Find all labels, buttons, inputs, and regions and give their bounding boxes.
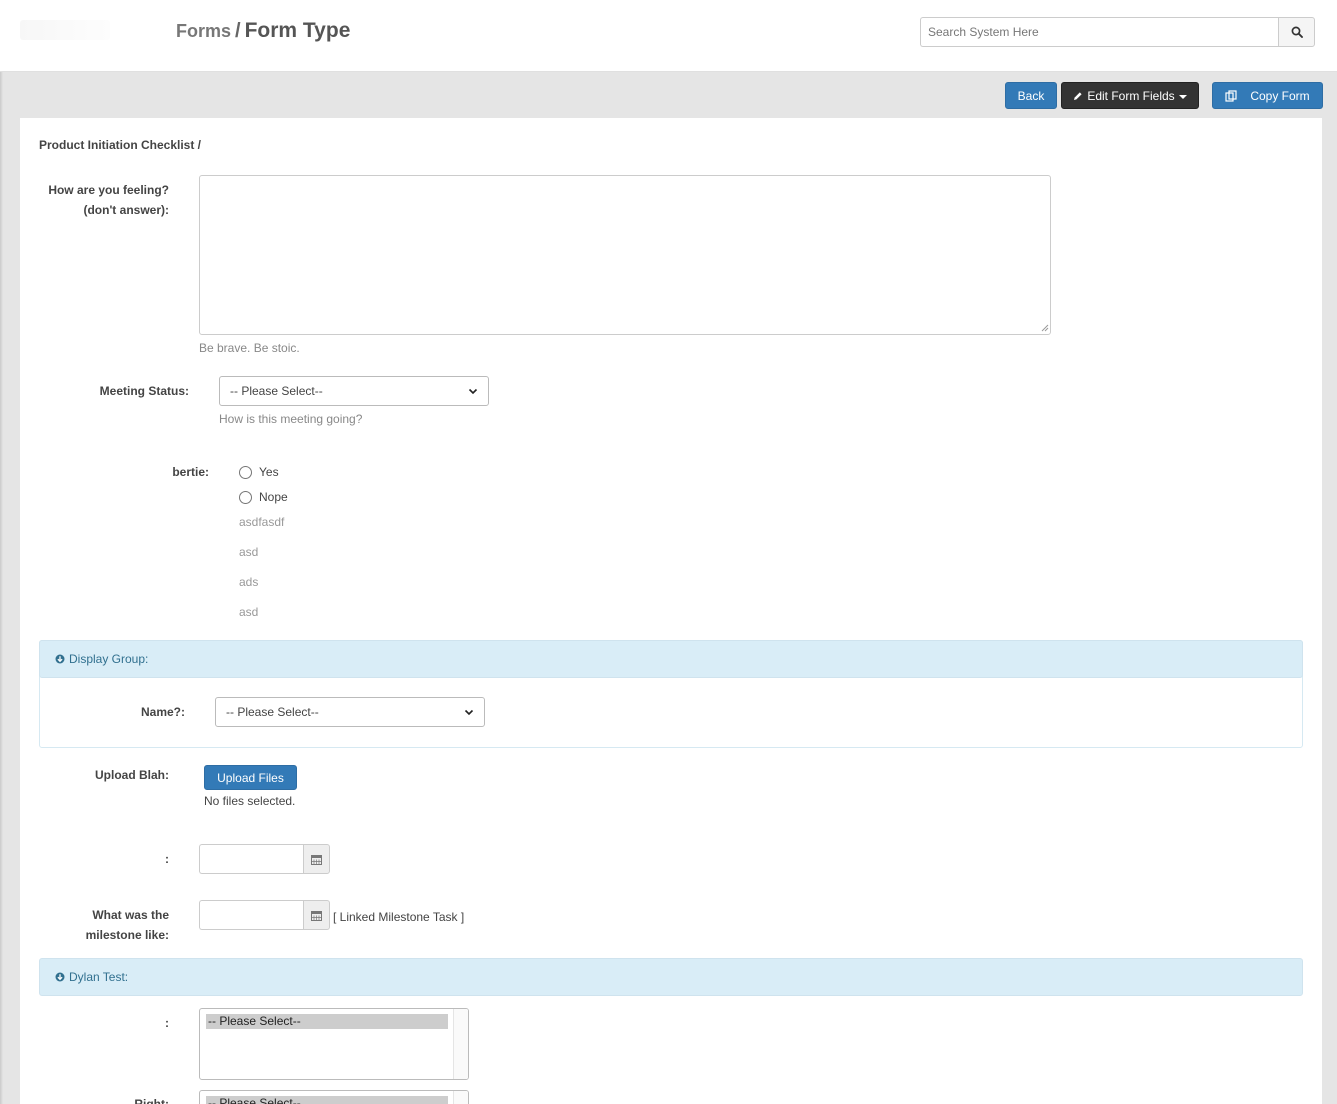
milestone-date-field bbox=[199, 900, 330, 930]
left-edge-shadow bbox=[0, 0, 3, 1104]
bertie-extra-option: asd bbox=[239, 545, 259, 559]
copy-form-button[interactable]: Copy Form bbox=[1212, 82, 1323, 109]
dylan-test-title: Dylan Test: bbox=[69, 970, 129, 984]
search-button[interactable] bbox=[1278, 17, 1315, 47]
listbox-option[interactable]: -- Please Select-- bbox=[206, 1014, 448, 1029]
caret-down-icon bbox=[1178, 94, 1187, 99]
name-select[interactable]: -- Please Select-- bbox=[215, 697, 485, 727]
name-label: Name?: bbox=[140, 705, 185, 719]
chevron-down-icon bbox=[468, 388, 478, 395]
resize-handle-icon[interactable] bbox=[1040, 323, 1049, 332]
upload-status: No files selected. bbox=[204, 794, 296, 808]
top-header: Forms / Form Type bbox=[0, 0, 1337, 72]
bertie-extra-option: asd bbox=[239, 605, 259, 619]
breadcrumb-forms-link[interactable]: Forms bbox=[176, 21, 231, 41]
feeling-help: Be brave. Be stoic. bbox=[199, 341, 300, 355]
bertie-label: bertie: bbox=[172, 465, 209, 479]
feeling-label-line1: How are you feeling? bbox=[48, 183, 169, 197]
date-field bbox=[199, 844, 330, 874]
right-select-label: Right: bbox=[134, 1097, 169, 1104]
search-icon bbox=[1291, 26, 1303, 38]
linked-milestone-task[interactable]: [ Linked Milestone Task ] bbox=[333, 910, 464, 924]
bertie-option-yes[interactable]: Yes bbox=[239, 465, 279, 479]
dylan-test-header[interactable]: Dylan Test: bbox=[39, 958, 1303, 996]
bertie-option-nope-label: Nope bbox=[259, 490, 288, 504]
upload-label: Upload Blah: bbox=[95, 768, 169, 782]
date-input[interactable] bbox=[199, 844, 303, 874]
copy-form-label: Copy Form bbox=[1250, 88, 1310, 103]
chevron-down-icon bbox=[464, 709, 474, 716]
back-button[interactable]: Back bbox=[1005, 82, 1057, 109]
circle-arrow-down-icon bbox=[55, 972, 65, 982]
page-title: Form Type bbox=[244, 19, 351, 42]
name-select-value: -- Please Select-- bbox=[226, 705, 319, 719]
calendar-icon bbox=[311, 910, 322, 921]
circle-arrow-down-icon bbox=[55, 654, 65, 664]
logo[interactable] bbox=[20, 20, 110, 40]
listbox-option[interactable]: -- Please Select-- bbox=[206, 1096, 448, 1104]
edit-form-fields-button[interactable]: Edit Form Fields bbox=[1061, 82, 1199, 109]
bertie-extra-option: ads bbox=[239, 575, 259, 589]
meeting-status-help: How is this meeting going? bbox=[219, 412, 363, 426]
breadcrumb-separator: / bbox=[235, 20, 241, 42]
feeling-label-line2: (don't answer): bbox=[83, 203, 169, 217]
copy-icon bbox=[1225, 89, 1237, 102]
upload-files-button[interactable]: Upload Files bbox=[204, 765, 297, 790]
pencil-icon bbox=[1074, 91, 1082, 100]
multi-select-label: : bbox=[165, 1016, 169, 1030]
meeting-status-value: -- Please Select-- bbox=[230, 384, 323, 398]
bertie-option-yes-label: Yes bbox=[259, 465, 279, 479]
listbox-scrollbar[interactable] bbox=[453, 1091, 468, 1104]
search-input[interactable] bbox=[920, 17, 1278, 47]
milestone-label: What was the milestone like: bbox=[40, 905, 169, 945]
right-select-listbox[interactable]: -- Please Select-- bbox=[199, 1090, 469, 1104]
milestone-label-line1: What was the bbox=[92, 908, 169, 922]
display-group-title: Display Group: bbox=[69, 652, 149, 666]
radio-nope[interactable] bbox=[239, 490, 252, 504]
meeting-status-label: Meeting Status: bbox=[99, 384, 189, 398]
breadcrumb: Forms / Form Type bbox=[176, 19, 350, 43]
meeting-status-select[interactable]: -- Please Select-- bbox=[219, 376, 489, 406]
milestone-date-input[interactable] bbox=[199, 900, 303, 930]
listbox-scrollbar[interactable] bbox=[453, 1009, 468, 1079]
calendar-button[interactable] bbox=[303, 844, 330, 874]
date-field-label: : bbox=[165, 852, 169, 866]
calendar-icon bbox=[311, 854, 322, 865]
milestone-label-line2: milestone like: bbox=[85, 928, 169, 942]
radio-yes[interactable] bbox=[239, 465, 252, 479]
feeling-label: How are you feeling? (don't answer): bbox=[30, 180, 169, 220]
search-bar bbox=[920, 17, 1315, 47]
edit-form-fields-label: Edit Form Fields bbox=[1087, 88, 1175, 103]
bertie-extra-option: asdfasdf bbox=[239, 515, 285, 529]
milestone-calendar-button[interactable] bbox=[303, 900, 330, 930]
display-group-header[interactable]: Display Group: bbox=[39, 640, 1303, 678]
feeling-textarea[interactable] bbox=[199, 175, 1051, 335]
multi-select-listbox[interactable]: -- Please Select-- bbox=[199, 1008, 469, 1080]
bertie-option-nope[interactable]: Nope bbox=[239, 490, 288, 504]
form-title: Product Initiation Checklist / bbox=[39, 138, 202, 152]
